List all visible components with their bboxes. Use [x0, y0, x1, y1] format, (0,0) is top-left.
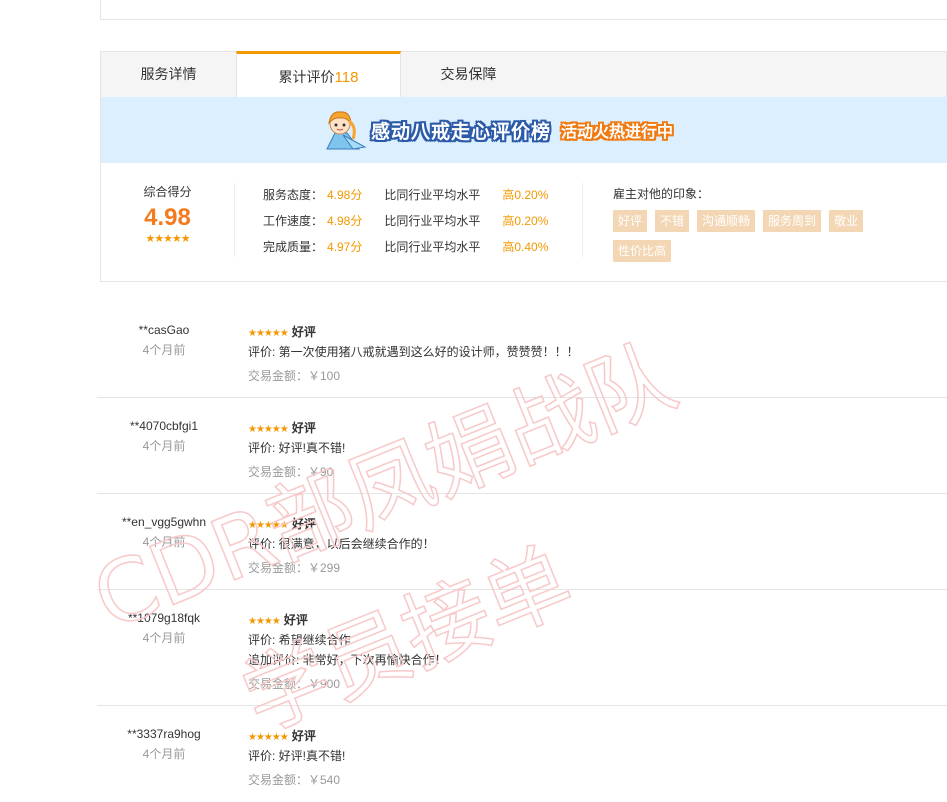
metric-unit: 分	[350, 188, 363, 202]
review-followup: 追加评价: 非常好，下次再愉快合作！	[248, 653, 447, 667]
review-rating: 好评	[291, 517, 316, 531]
metric-label: 服务态度：	[263, 188, 324, 202]
reviewer-name[interactable]: **4070cbfgi1	[97, 419, 231, 433]
review-rating: 好评	[283, 613, 308, 627]
score-label: 综合得分	[143, 185, 192, 199]
tab-label: 累计评价	[278, 69, 335, 85]
review-item: **3337ra9hog 4个月前 ★★★★★ 好评 评价: 好评!真不错! 交易…	[97, 706, 947, 802]
review-amount: 交易金额：￥900	[248, 677, 341, 691]
previous-section-box	[100, 0, 947, 20]
reviewer-name[interactable]: **en_vgg5gwhn	[97, 515, 231, 529]
metric-row: 服务态度： 4.98分 比同行业平均水平 高0.20%	[263, 186, 548, 212]
review-stars: ★★★★★	[248, 732, 289, 743]
review-body: ★★★★★ 好评 评价: 好评!真不错! 交易金额：￥90	[248, 418, 345, 482]
promo-banner[interactable]: 感动八戒走心评价榜 活动火热进行中	[100, 97, 947, 163]
review-text: 评价: 希望继续合作	[248, 633, 351, 647]
metric-pct: 高0.40%	[502, 240, 549, 254]
detail-tabs: 服务详情 累计评价118 交易保障	[100, 51, 947, 98]
review-time: 4个月前	[142, 747, 186, 761]
tab-service-details[interactable]: 服务详情	[101, 52, 236, 98]
overall-score: 综合得分 4.98 ★★★★★	[101, 183, 234, 245]
review-rating: 好评	[291, 325, 316, 339]
review-item: **4070cbfgi1 4个月前 ★★★★★ 好评 评价: 好评!真不错! 交易…	[97, 398, 947, 494]
divider	[234, 183, 235, 257]
impression-tag[interactable]: 沟通顺畅	[697, 210, 756, 232]
score-value: 4.98	[144, 204, 191, 231]
metric-unit: 分	[350, 214, 363, 228]
review-text: 评价: 好评!真不错!	[248, 441, 346, 455]
tab-label: 服务详情	[140, 66, 197, 82]
score-stars: ★★★★★	[145, 233, 190, 245]
review-text: 评价: 好评!真不错!	[248, 749, 346, 763]
metric-row: 工作速度： 4.98分 比同行业平均水平 高0.20%	[263, 212, 548, 238]
review-time: 4个月前	[142, 631, 186, 645]
metric-value: 4.97	[327, 240, 351, 254]
metric-unit: 分	[350, 240, 363, 254]
review-list: **casGao 4个月前 ★★★★★ 好评 评价: 第一次使用猪八戒就遇到这么好…	[97, 308, 947, 802]
impression-tag[interactable]: 好评	[613, 210, 648, 232]
impression-tags: 好评 不错 沟通顺畅 服务周到 敬业 性价比高	[613, 210, 913, 270]
banner-title: 感动八戒走心评价榜	[371, 121, 552, 143]
review-item: **casGao 4个月前 ★★★★★ 好评 评价: 第一次使用猪八戒就遇到这么好…	[97, 308, 947, 398]
tab-transaction-guarantee[interactable]: 交易保障	[401, 52, 536, 98]
review-rating: 好评	[291, 729, 316, 743]
review-rating: 好评	[291, 421, 316, 435]
impression-tag[interactable]: 不错	[655, 210, 690, 232]
metric-row: 完成质量： 4.97分 比同行业平均水平 高0.40%	[263, 238, 548, 264]
review-body: ★★★★★ 好评 评价: 很满意，以后会继续合作的！ 交易金额：￥299	[248, 514, 435, 578]
review-time: 4个月前	[142, 439, 186, 453]
impression-tag[interactable]: 服务周到	[763, 210, 822, 232]
banner-subtitle: 活动火热进行中	[561, 124, 674, 141]
metric-compare: 比同行业平均水平	[384, 240, 481, 254]
impression-tag[interactable]: 敬业	[829, 210, 864, 232]
review-amount: 交易金额：￥540	[248, 773, 341, 787]
review-item: **1079g18fqk 4个月前 ★★★★ 好评 评价: 希望继续合作 追加评价…	[97, 590, 947, 706]
metric-value: 4.98	[327, 188, 351, 202]
reviewer-name[interactable]: **3337ra9hog	[97, 727, 231, 741]
review-item: **en_vgg5gwhn 4个月前 ★★★★★ 好评 评价: 很满意，以后会继续…	[97, 494, 947, 590]
metric-label: 工作速度：	[263, 214, 324, 228]
metric-value: 4.98	[327, 214, 351, 228]
metric-label: 完成质量：	[263, 240, 324, 254]
tab-reviews[interactable]: 累计评价118	[236, 51, 401, 98]
metric-pct: 高0.20%	[502, 214, 549, 228]
review-amount: 交易金额：￥100	[248, 369, 341, 383]
review-stars: ★★★★★	[248, 424, 289, 435]
rating-summary: 综合得分 4.98 ★★★★★ 服务态度： 4.98分 比同行业平均水平 高0.20%…	[100, 163, 947, 282]
review-body: ★★★★★ 好评 评价: 第一次使用猪八戒就遇到这么好的设计师，赞赞赞！！！ 交易…	[248, 322, 579, 386]
review-body: ★★★★ 好评 评价: 希望继续合作 追加评价: 非常好，下次再愉快合作！ 交易金…	[248, 610, 447, 694]
review-body: ★★★★★ 好评 评价: 好评!真不错! 交易金额：￥540	[248, 726, 345, 790]
review-time: 4个月前	[142, 535, 186, 549]
impression-title: 雇主对他的印象：	[613, 187, 710, 201]
reviewer-name[interactable]: **casGao	[97, 323, 231, 337]
review-stars: ★★★★	[248, 616, 281, 627]
metric-compare: 比同行业平均水平	[384, 214, 481, 228]
review-amount: 交易金额：￥299	[248, 561, 341, 575]
review-time: 4个月前	[142, 343, 186, 357]
review-stars: ★★★★★	[248, 520, 289, 531]
metric-compare: 比同行业平均水平	[384, 188, 481, 202]
mascot-icon	[313, 109, 367, 151]
review-count: 118	[334, 69, 359, 86]
review-stars: ★★★★★	[248, 328, 289, 339]
review-text: 评价: 很满意，以后会继续合作的！	[248, 537, 435, 551]
metric-list: 服务态度： 4.98分 比同行业平均水平 高0.20% 工作速度： 4.98分 比同行业平…	[263, 186, 548, 264]
review-amount: 交易金额：￥90	[248, 465, 334, 479]
employer-impressions: 雇主对他的印象： 好评 不错 沟通顺畅 服务周到 敬业 性价比高	[613, 185, 913, 270]
reviewer-name[interactable]: **1079g18fqk	[97, 611, 231, 625]
review-text: 评价: 第一次使用猪八戒就遇到这么好的设计师，赞赞赞！！！	[248, 345, 579, 359]
tab-label: 交易保障	[440, 66, 497, 82]
divider	[582, 183, 583, 257]
impression-tag[interactable]: 性价比高	[613, 240, 672, 262]
metric-pct: 高0.20%	[502, 188, 549, 202]
